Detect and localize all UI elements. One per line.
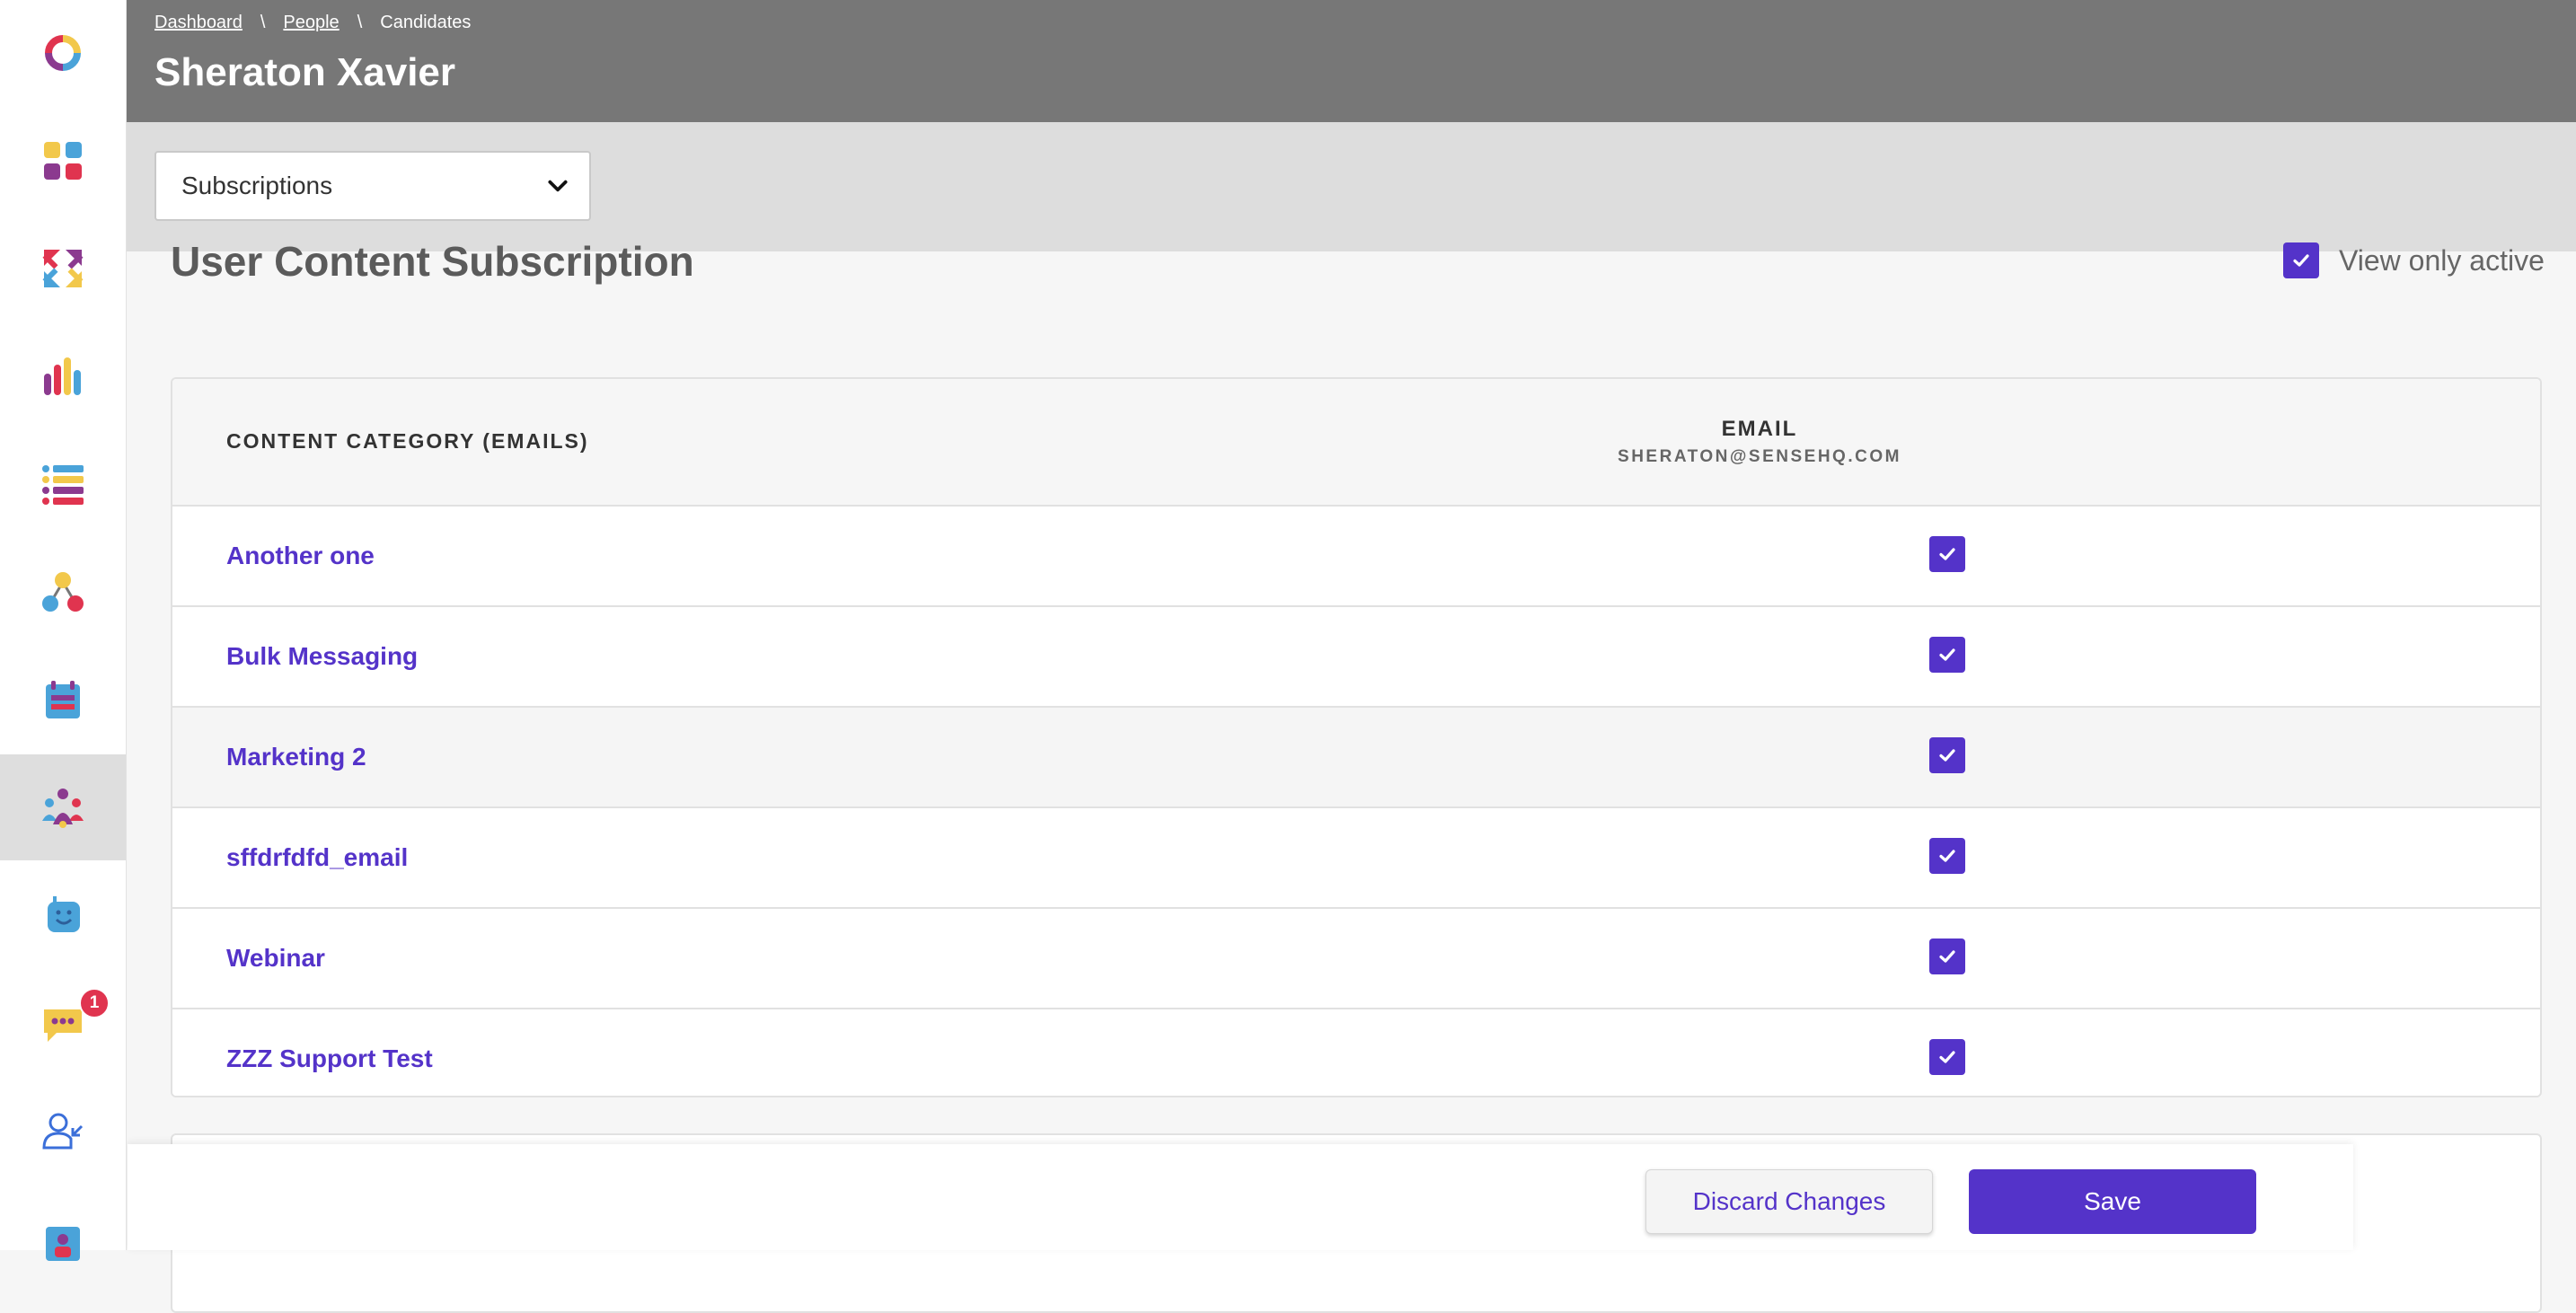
check-icon [1939, 1051, 1955, 1063]
people-group-icon [42, 789, 84, 828]
email-subscription-checkbox[interactable] [1929, 637, 1965, 673]
category-name[interactable]: Webinar [226, 909, 325, 1008]
table-row: ZZZ Support Test [172, 1009, 2540, 1096]
sidebar-item-dashboard[interactable] [0, 108, 126, 214]
email-subscription-checkbox[interactable] [1929, 838, 1965, 874]
action-bar: Discard Changes Save [128, 1144, 2353, 1250]
breadcrumb-separator: \ [357, 13, 363, 32]
sidebar-item-people[interactable] [0, 754, 126, 860]
table-row: Webinar [172, 909, 2540, 1009]
save-button[interactable]: Save [1969, 1169, 2256, 1234]
sidebar: 1 [0, 0, 127, 1261]
list-icon [42, 465, 84, 505]
view-only-active-label: View only active [2339, 243, 2545, 277]
breadcrumb-people[interactable]: People [283, 13, 339, 33]
check-icon [1939, 749, 1955, 762]
chevron-down-icon [548, 180, 568, 192]
sidebar-item-workflows[interactable] [0, 539, 126, 645]
breadcrumb-dashboard[interactable]: Dashboard [154, 13, 243, 33]
category-name[interactable]: sffdrfdfd_email [226, 808, 408, 907]
bar-chart-icon [44, 357, 81, 395]
user-incoming-icon [42, 1113, 84, 1150]
sidebar-item-messages[interactable]: 1 [0, 970, 126, 1076]
column-header-category: CONTENT CATEGORY (EMAILS) [226, 429, 589, 453]
table-row: sffdrfdfd_email [172, 808, 2540, 909]
view-only-active-toggle[interactable]: View only active [2283, 242, 2545, 278]
calendar-icon [46, 681, 80, 718]
category-name[interactable]: Another one [226, 507, 375, 605]
app-icon [46, 1227, 80, 1261]
table-row: Another one [172, 507, 2540, 607]
column-header-email: EMAIL SHERATON@SENSEHQ.COM [1400, 417, 2119, 467]
sidebar-item-exchange[interactable] [0, 216, 126, 322]
sidebar-item-lists[interactable] [0, 431, 126, 537]
view-only-active-checkbox[interactable] [2283, 242, 2319, 278]
sidebar-item-calendar[interactable] [0, 647, 126, 753]
email-subscription-checkbox[interactable] [1929, 1039, 1965, 1075]
sidebar-item-analytics[interactable] [0, 323, 126, 429]
chat-bubble-icon [44, 1009, 82, 1042]
check-icon [1939, 648, 1955, 661]
notification-badge: 1 [79, 988, 110, 1018]
sidebar-item-home[interactable] [0, 0, 126, 106]
workflow-icon [42, 572, 84, 612]
email-subscription-checkbox[interactable] [1929, 737, 1965, 773]
table-row: Bulk Messaging [172, 607, 2540, 708]
arrows-exchange-icon [42, 250, 84, 287]
category-name[interactable]: ZZZ Support Test [226, 1009, 433, 1096]
section-select-value: Subscriptions [181, 172, 333, 199]
category-name[interactable]: Bulk Messaging [226, 607, 418, 706]
sidebar-item-app[interactable] [0, 1185, 126, 1291]
category-name[interactable]: Marketing 2 [226, 708, 366, 806]
bot-icon [48, 896, 80, 932]
email-subscription-checkbox[interactable] [1929, 536, 1965, 572]
page-header: Dashboard \ People \ Candidates Sheraton… [126, 0, 2576, 122]
check-icon [1939, 548, 1955, 560]
page-title: Sheraton Xavier [154, 50, 456, 94]
section-title: User Content Subscription [171, 238, 694, 285]
column-header-email-label: EMAIL [1721, 417, 1798, 441]
email-subscription-checkbox[interactable] [1929, 938, 1965, 974]
check-icon [1939, 850, 1955, 862]
sidebar-item-bot[interactable] [0, 862, 126, 968]
subscription-table: CONTENT CATEGORY (EMAILS) EMAIL SHERATON… [171, 377, 2542, 1097]
discard-changes-button[interactable]: Discard Changes [1645, 1169, 1933, 1234]
sidebar-item-user-incoming[interactable] [0, 1078, 126, 1184]
breadcrumb: Dashboard \ People \ Candidates [154, 13, 471, 33]
check-icon [1939, 950, 1955, 963]
section-select[interactable]: Subscriptions [154, 151, 591, 221]
table-row: Marketing 2 [172, 708, 2540, 808]
column-header-email-address: SHERATON@SENSEHQ.COM [1618, 447, 1901, 466]
table-header: CONTENT CATEGORY (EMAILS) EMAIL SHERATON… [172, 379, 2540, 507]
dashboard-grid-icon [44, 142, 82, 180]
logo-ring-icon [45, 35, 81, 71]
toolbar: Subscriptions [126, 122, 2576, 251]
check-icon [2293, 254, 2309, 267]
breadcrumb-candidates: Candidates [380, 13, 472, 32]
breadcrumb-separator: \ [260, 13, 266, 32]
